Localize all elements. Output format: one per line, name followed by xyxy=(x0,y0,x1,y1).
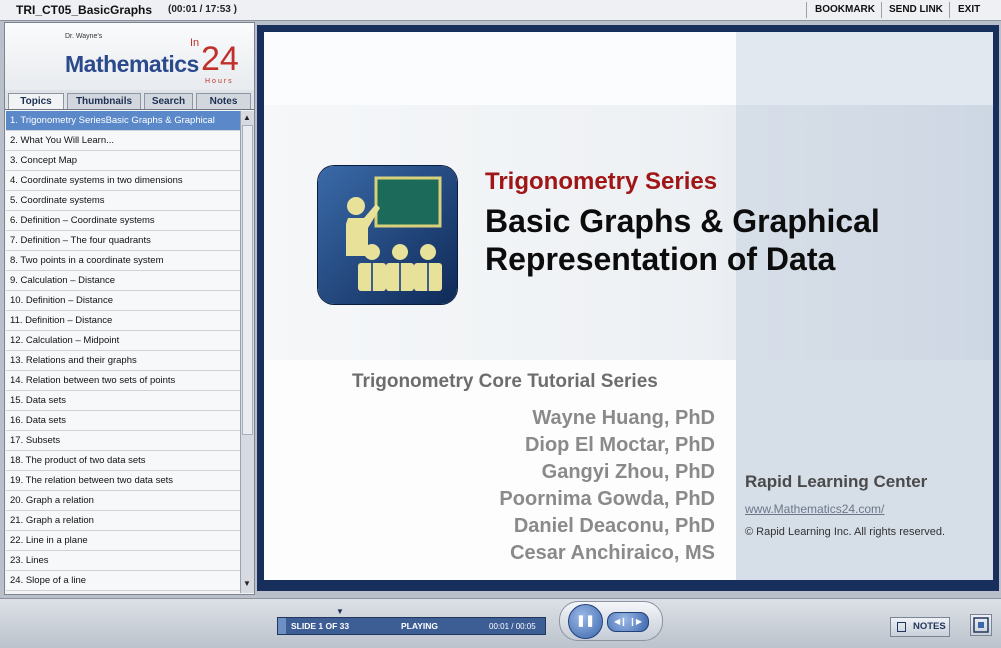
author: Gangyi Zhou, PhD xyxy=(541,461,715,483)
organization-url[interactable]: www.Mathematics24.com/ xyxy=(745,502,884,516)
author: Cesar Anchiraico, MS xyxy=(510,542,715,564)
tab-notes[interactable]: Notes xyxy=(196,93,251,109)
topic-item[interactable]: 10. Definition – Distance xyxy=(6,291,240,311)
divider xyxy=(806,2,807,18)
topic-item[interactable]: 13. Relations and their graphs xyxy=(6,351,240,371)
tab-topics[interactable]: Topics xyxy=(8,93,64,109)
author: Diop El Moctar, PhD xyxy=(524,434,715,456)
scroll-down-icon[interactable]: ▼ xyxy=(243,579,251,588)
slide: Trigonometry Series Basic Graphs & Graph… xyxy=(264,32,993,580)
topic-item[interactable]: 23. Lines xyxy=(6,551,240,571)
play-time: 00:01 / 00:05 xyxy=(489,622,536,631)
notes-button[interactable]: NOTES xyxy=(890,617,950,637)
topic-item[interactable]: 18. The product of two data sets xyxy=(6,451,240,471)
progress-bar[interactable]: SLIDE 1 OF 33 PLAYING 00:01 / 00:05 xyxy=(277,617,546,635)
slide-title-line2: Representation of Data xyxy=(485,241,836,277)
logo: Dr. Wayne's Mathematics In 24 Hours xyxy=(5,23,254,90)
logo-suffix: Hours xyxy=(205,78,234,85)
scroll-up-icon[interactable]: ▲ xyxy=(243,113,251,122)
topic-item[interactable]: 14. Relation between two sets of points xyxy=(6,371,240,391)
organization-name: Rapid Learning Center xyxy=(745,472,928,491)
logo-prefix: Dr. Wayne's xyxy=(65,33,103,40)
topic-item[interactable]: 11. Definition – Distance xyxy=(6,311,240,331)
topic-item[interactable]: 20. Graph a relation xyxy=(6,491,240,511)
classroom-icon xyxy=(318,166,457,304)
topic-list: 1. Trigonometry SeriesBasic Graphs & Gra… xyxy=(6,111,240,593)
playhead-marker-icon[interactable]: ▼ xyxy=(336,607,344,616)
tab-thumbnails[interactable]: Thumbnails xyxy=(67,93,141,109)
step-icon: ◀❙ ❙▶ xyxy=(614,617,642,626)
topic-item[interactable]: 15. Data sets xyxy=(6,391,240,411)
notes-icon xyxy=(897,622,906,632)
slide-title-line1: Basic Graphs & Graphical xyxy=(485,203,880,239)
tab-search[interactable]: Search xyxy=(144,93,193,109)
bookmark-link[interactable]: BOOKMARK xyxy=(815,4,875,15)
play-status: PLAYING xyxy=(401,621,439,631)
topic-item[interactable]: 7. Definition – The four quadrants xyxy=(6,231,240,251)
lesson-time: (00:01 / 17:53 ) xyxy=(168,4,237,15)
core-series-title: Trigonometry Core Tutorial Series xyxy=(352,371,658,392)
topic-item[interactable]: 22. Line in a plane xyxy=(6,531,240,551)
copyright: © Rapid Learning Inc. All rights reserve… xyxy=(745,526,946,538)
scroll-thumb[interactable] xyxy=(242,125,253,435)
logo-name: Mathematics xyxy=(65,51,199,77)
author: Poornima Gowda, PhD xyxy=(499,488,715,510)
topic-item[interactable]: 9. Calculation – Distance xyxy=(6,271,240,291)
pause-button[interactable]: ❚❚ xyxy=(568,604,603,639)
pause-icon: ❚❚ xyxy=(576,615,595,627)
topic-item[interactable]: 6. Definition – Coordinate systems xyxy=(6,211,240,231)
topic-item[interactable]: 4. Coordinate systems in two dimensions xyxy=(6,171,240,191)
topic-item[interactable]: 3. Concept Map xyxy=(6,151,240,171)
left-panel: Dr. Wayne's Mathematics In 24 Hours Topi… xyxy=(4,22,255,595)
classroom-icon-graphic xyxy=(346,176,442,291)
step-buttons[interactable]: ◀❙ ❙▶ xyxy=(607,612,649,632)
topic-item[interactable]: 19. The relation between two data sets xyxy=(6,471,240,491)
topic-item[interactable]: 16. Data sets xyxy=(6,411,240,431)
fullscreen-icon xyxy=(973,617,989,633)
topic-item[interactable]: 12. Calculation – Midpoint xyxy=(6,331,240,351)
divider xyxy=(881,2,882,18)
slide-count: SLIDE 1 OF 33 xyxy=(291,621,350,631)
topic-item[interactable]: 8. Two points in a coordinate system xyxy=(6,251,240,271)
logo-in: In xyxy=(190,37,200,49)
exit-link[interactable]: EXIT xyxy=(958,4,980,15)
tab-bar: Topics Thumbnails Search Notes xyxy=(5,90,254,110)
topic-item[interactable]: 5. Coordinate systems xyxy=(6,191,240,211)
send-link-link[interactable]: SEND LINK xyxy=(889,4,943,15)
topic-item[interactable]: 21. Graph a relation xyxy=(6,511,240,531)
author: Wayne Huang, PhD xyxy=(532,407,715,429)
notes-label: NOTES xyxy=(913,621,946,632)
author: Daniel Deaconu, PhD xyxy=(513,515,715,537)
divider xyxy=(949,2,950,18)
topic-item[interactable]: 1. Trigonometry SeriesBasic Graphs & Gra… xyxy=(6,111,240,131)
topic-item[interactable]: 2. What You Will Learn... xyxy=(6,131,240,151)
fullscreen-button[interactable] xyxy=(970,614,992,636)
slide-title: Basic Graphs & Graphical Representation … xyxy=(485,202,880,278)
lesson-title: TRI_CT05_BasicGraphs xyxy=(16,3,153,17)
slide-series: Trigonometry Series xyxy=(485,168,718,195)
title-bar: TRI_CT05_BasicGraphs (00:01 / 17:53 ) BO… xyxy=(0,0,1001,21)
logo-number: 24 xyxy=(201,40,239,78)
topic-scrollbar[interactable]: ▲ ▼ xyxy=(240,111,254,593)
slide-footer-right xyxy=(736,360,993,580)
topic-item[interactable]: 24. Slope of a line xyxy=(6,571,240,591)
progress-fill xyxy=(278,618,286,634)
topic-item[interactable]: 17. Subsets xyxy=(6,431,240,451)
